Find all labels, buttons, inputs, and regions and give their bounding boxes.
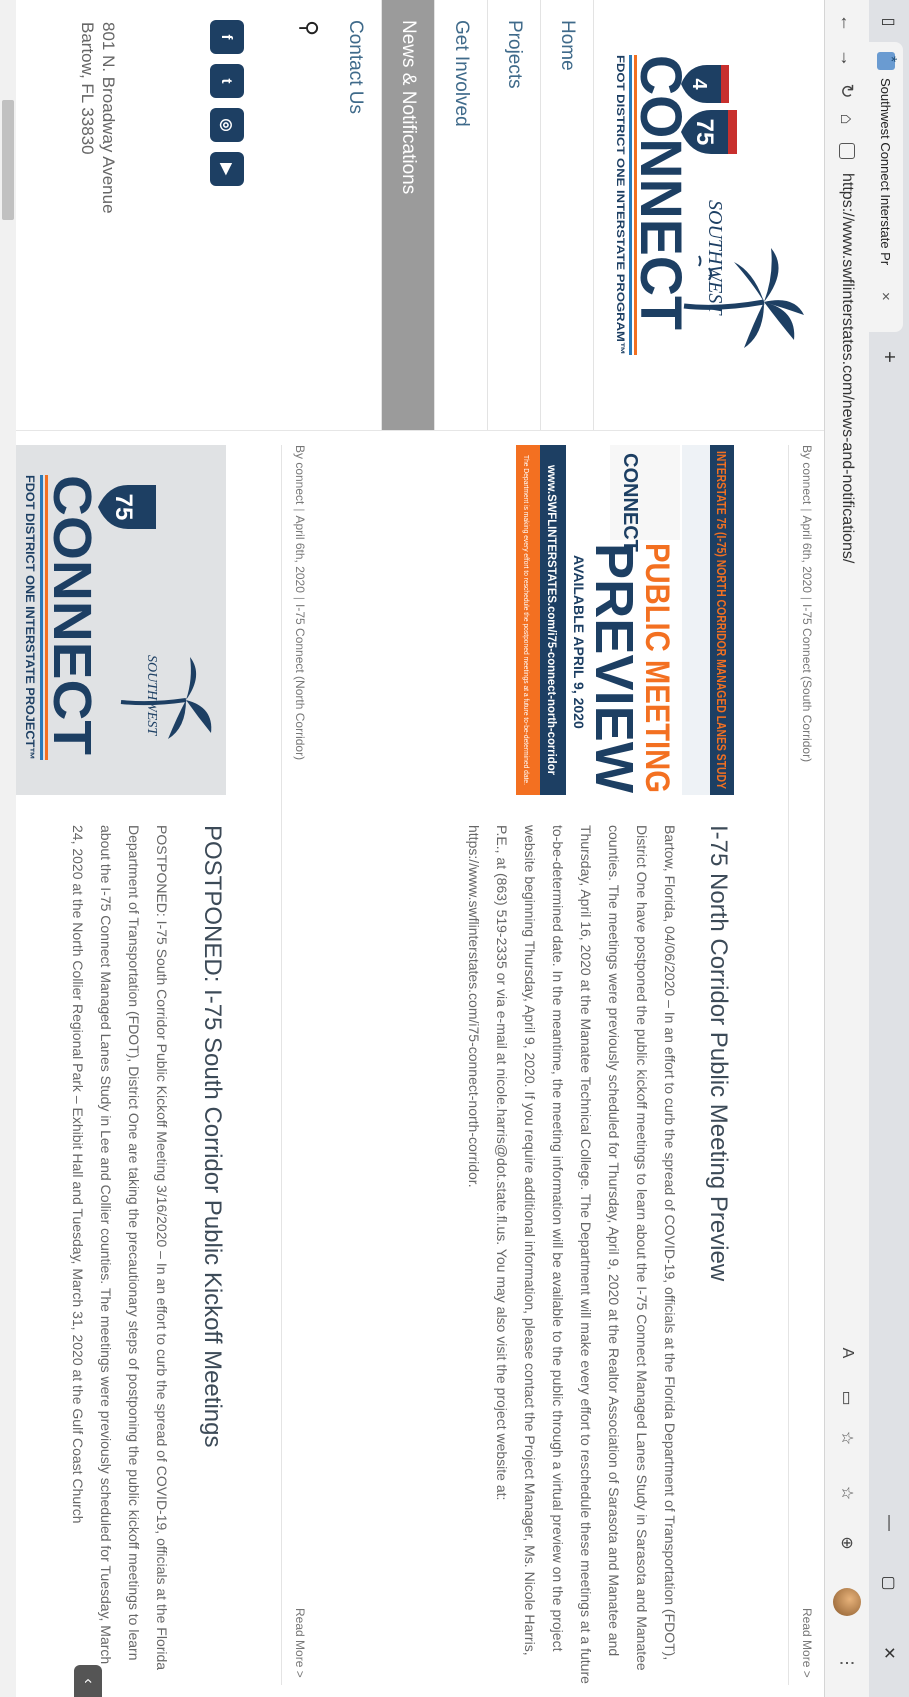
meeting-preview-image: INTERSTATE 75 (I-75) NORTH CORRIDOR MANA… <box>516 445 734 795</box>
nav-item-news-notifications[interactable]: News & Notifications <box>382 0 435 430</box>
browser-window: ▯ Southwest Connect Interstate Pr × + — … <box>0 0 909 1697</box>
thumb2-tagline: FDOT DISTRICT ONE INTERSTATE PROJECT™ <box>23 475 37 760</box>
post-thumbnail[interactable]: INTERSTATE 75 (I-75) NORTH CORRIDOR MANA… <box>516 445 734 795</box>
site-logo[interactable]: 4 75 CONNECT SOUTHWEST FDOT DISTRICT ONE… <box>614 10 809 410</box>
lock-icon <box>839 143 855 159</box>
thumb-available: AVAILABLE APRIL 9, 2020 <box>571 555 587 729</box>
nav-item-projects[interactable]: Projects <box>488 0 541 430</box>
scrollbar-thumb[interactable] <box>2 100 14 220</box>
refresh-icon[interactable]: ↻ <box>834 78 860 104</box>
thumb2-logo-top: SOUTHWEST <box>144 655 159 736</box>
logo-brand: CONNECT <box>628 55 693 330</box>
browser-tab[interactable]: Southwest Connect Interstate Pr × <box>869 42 903 332</box>
nav-item-home[interactable]: Home <box>541 0 594 430</box>
url-text: https://www.swflinterstates.com/news-and… <box>839 173 856 564</box>
tab-title: Southwest Connect Interstate Pr <box>878 78 894 266</box>
thumb-preview: PREVIEW <box>584 543 644 793</box>
sidebar-expand-icon[interactable]: ‹ <box>74 1665 102 1697</box>
thumb2-shield: 75 <box>110 494 137 521</box>
tab-close-icon[interactable]: × <box>878 292 895 301</box>
home-icon[interactable]: ⌂ <box>834 106 860 132</box>
site-favicon-icon <box>877 52 895 70</box>
site-sidebar: 4 75 CONNECT SOUTHWEST FDOT DISTRICT ONE… <box>0 0 824 431</box>
post-category-link[interactable]: I-75 Connect (South Corridor) <box>800 604 814 762</box>
post-excerpt: Bartow, Florida, 04/06/2020 – In an effo… <box>466 825 678 1684</box>
read-more-link[interactable]: Read More > <box>293 1608 307 1678</box>
youtube-icon[interactable]: ▶ <box>210 152 244 186</box>
facebook-icon[interactable]: f <box>210 20 244 54</box>
logo-graphic: 4 75 CONNECT SOUTHWEST FDOT DISTRICT ONE… <box>614 55 804 355</box>
minimize-button[interactable]: — <box>875 1500 903 1546</box>
address-bar: ← → ↻ ⌂ https://www.swflinterstates.com/… <box>824 0 869 1697</box>
post-thumbnail[interactable]: 75 SOUTHWEST CONNECT FDOT DISTRICT ONE I… <box>0 445 226 795</box>
add-favorite-icon[interactable]: ☆ <box>834 1425 860 1451</box>
tab-bar: ▯ Southwest Connect Interstate Pr × + — … <box>869 0 909 1697</box>
post-date: April 6th, 2020 <box>293 515 307 593</box>
thumb-site: www.SWFLINTERSTATES.com/i75-connect-nort… <box>545 464 559 775</box>
favorites-icon[interactable]: ☆ <box>834 1480 860 1506</box>
main-nav: Home Projects Get Involved News & Notifi… <box>329 0 594 430</box>
thumb-footer: The Department is making every effort to… <box>522 455 529 785</box>
divider <box>788 445 789 1685</box>
post-meta: By connect|April 6th, 2020|I-75 Connect … <box>800 445 814 763</box>
news-list: By connect|April 6th, 2020|I-75 Connect … <box>0 445 824 1685</box>
logo-brand-top: SOUTHWEST <box>704 200 726 316</box>
twitter-icon[interactable]: t <box>210 64 244 98</box>
post-category-link[interactable]: I-75 Connect (North Corridor) <box>293 604 307 760</box>
post-excerpt: POSTPONED: I-75 South Corridor Public Ki… <box>70 825 170 1671</box>
post-meta: By connect|April 6th, 2020|I-75 Connect … <box>293 445 307 761</box>
logo-shield-75: 75 <box>691 119 718 146</box>
page-scrollbar[interactable] <box>0 0 16 1697</box>
post-title[interactable]: I-75 North Corridor Public Meeting Previ… <box>704 825 732 1281</box>
post-title[interactable]: POSTPONED: I-75 South Corridor Public Ki… <box>198 825 226 1447</box>
sidebar-toggle-icon[interactable]: ▯ <box>877 10 901 34</box>
address-line-2: Bartow, FL 33830 <box>78 22 97 155</box>
post-date: April 6th, 2020 <box>800 515 814 593</box>
profile-avatar[interactable] <box>833 1588 861 1616</box>
collections-icon[interactable]: ⊕ <box>834 1530 860 1556</box>
divider <box>281 445 282 1685</box>
maximize-button[interactable]: ▢ <box>875 1560 903 1606</box>
connect-logo-image: 75 SOUTHWEST CONNECT FDOT DISTRICT ONE I… <box>0 445 226 795</box>
more-menu-icon[interactable]: ⋮ <box>834 1650 860 1676</box>
social-links: f t ◎ ▶ <box>210 20 244 186</box>
thumb2-logo: CONNECT <box>42 475 102 755</box>
forward-icon[interactable]: → <box>834 45 860 71</box>
read-more-link[interactable]: Read More > <box>800 1608 814 1678</box>
nav-item-get-involved[interactable]: Get Involved <box>435 0 488 430</box>
logo-tagline: FDOT DISTRICT ONE INTERSTATE PROGRAM™ <box>614 55 626 355</box>
post-author-link[interactable]: By connect <box>293 445 307 504</box>
instagram-icon[interactable]: ◎ <box>210 108 244 142</box>
post-author-link[interactable]: By connect <box>800 445 814 504</box>
read-aloud-icon[interactable]: A <box>834 1340 860 1366</box>
nav-item-contact-us[interactable]: Contact Us <box>329 0 382 430</box>
close-window-button[interactable]: ✕ <box>875 1630 903 1676</box>
new-tab-button[interactable]: + <box>877 345 901 369</box>
office-address: 801 N. Broadway Avenue Bartow, FL 33830 <box>77 22 119 214</box>
address-line-1: 801 N. Broadway Avenue <box>99 22 118 214</box>
search-icon[interactable]: ⚲ <box>296 20 322 36</box>
reader-mode-icon[interactable]: ▭ <box>834 1385 860 1411</box>
web-page: 4 75 CONNECT SOUTHWEST FDOT DISTRICT ONE… <box>0 0 824 1697</box>
thumb-logo: CONNECT <box>619 453 641 552</box>
thumb-banner: INTERSTATE 75 (I-75) NORTH CORRIDOR MANA… <box>714 451 729 789</box>
url-field[interactable]: https://www.swflinterstates.com/news-and… <box>831 135 863 1300</box>
back-icon[interactable]: ← <box>834 10 860 36</box>
